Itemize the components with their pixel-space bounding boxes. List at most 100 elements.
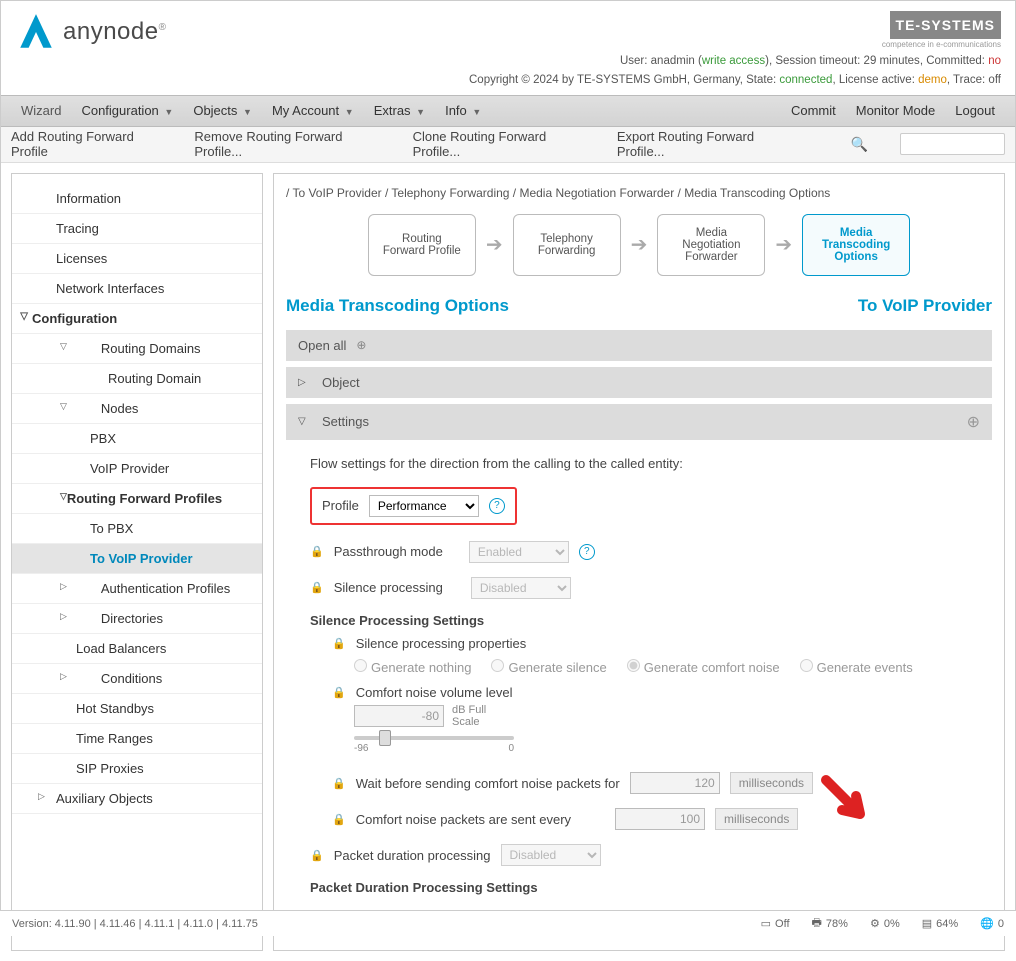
- wait-before-sending-input: [630, 772, 720, 794]
- profile-select[interactable]: Performance: [369, 495, 479, 517]
- sidebar-item-auxiliary-objects[interactable]: ▷Auxiliary Objects: [12, 784, 262, 814]
- sidebar-item-information[interactable]: Information: [12, 184, 262, 214]
- radio-generate-silence: Generate silence: [491, 659, 606, 675]
- passthrough-label: Passthrough mode: [334, 544, 443, 559]
- lock-icon: 🔒: [310, 581, 324, 594]
- profile-highlight: Profile Performance ?: [310, 487, 517, 525]
- settings-panel-header[interactable]: ▽ Settings ⊕: [286, 404, 992, 440]
- flow-navigation: Routing Forward Profile ➔ Telephony Forw…: [286, 214, 992, 276]
- flow-box-telephony-forwarding[interactable]: Telephony Forwarding: [513, 214, 621, 276]
- menu-commit[interactable]: Commit: [781, 96, 846, 125]
- sidebar-nav: Information Tracing Licenses Network Int…: [11, 173, 263, 951]
- sidebar-item-nodes[interactable]: ▽ Nodes: [12, 394, 262, 424]
- sidebar-item-configuration[interactable]: ▽Configuration: [12, 304, 262, 334]
- anynode-logo-icon: [15, 11, 57, 53]
- status-cpu: ⚙0%: [870, 917, 900, 930]
- sidebar-item-load-balancers[interactable]: Load Balancers: [12, 634, 262, 664]
- slider-max-label: 0: [508, 743, 514, 754]
- status-memory: ▤64%: [922, 917, 958, 930]
- sidebar-item-authentication-profiles[interactable]: ▷ Authentication Profiles: [12, 574, 262, 604]
- flow-box-media-transcoding-options[interactable]: Media Transcoding Options: [802, 214, 910, 276]
- menu-configuration[interactable]: Configuration ▼: [71, 96, 183, 125]
- lock-icon: 🔒: [310, 849, 324, 862]
- help-icon[interactable]: ?: [579, 544, 595, 560]
- volume-unit-label: dB Full Scale: [452, 704, 502, 728]
- status-print: 🖶78%: [812, 914, 848, 933]
- caret-down-icon: ▼: [164, 107, 173, 117]
- packet-duration-label: Packet duration processing: [334, 848, 491, 863]
- sidebar-item-routing-domain[interactable]: Routing Domain: [12, 364, 262, 394]
- open-all-bar[interactable]: Open all ⊕: [286, 330, 992, 361]
- menu-info[interactable]: Info ▼: [435, 96, 491, 125]
- sidebar-item-to-voip-provider[interactable]: To VoIP Provider: [12, 544, 262, 574]
- main-menubar: Wizard Configuration ▼ Objects ▼ My Acco…: [1, 95, 1015, 127]
- chevron-right-icon: ▷: [60, 671, 67, 682]
- caret-down-icon: ▼: [345, 107, 354, 117]
- export-profile-button[interactable]: Export Routing Forward Profile...: [617, 129, 799, 159]
- sidebar-item-hot-standbys[interactable]: Hot Standbys: [12, 694, 262, 724]
- sidebar-item-conditions[interactable]: ▷ Conditions: [12, 664, 262, 694]
- sidebar-item-sip-proxies[interactable]: SIP Proxies: [12, 754, 262, 784]
- status-last: 🌐0: [980, 917, 1004, 930]
- chip-icon: ▤: [922, 917, 932, 930]
- lock-icon: 🔒: [310, 545, 324, 558]
- plus-circle-icon[interactable]: ⊕: [967, 412, 980, 432]
- sidebar-item-pbx[interactable]: PBX: [12, 424, 262, 454]
- object-panel-header[interactable]: ▷ Object: [286, 367, 992, 398]
- status-footer: Version: 4.11.90 | 4.11.46 | 4.11.1 | 4.…: [0, 910, 1016, 936]
- chevron-right-icon: ▷: [60, 611, 67, 622]
- slider-min-label: -96: [354, 743, 368, 754]
- te-systems-tagline: competence in e-communications: [469, 39, 1001, 52]
- sidebar-item-routing-forward-profiles[interactable]: ▽ Routing Forward Profiles: [12, 484, 262, 514]
- radio-generate-comfort-noise: Generate comfort noise: [627, 659, 780, 675]
- chevron-down-icon: ▽: [298, 416, 312, 427]
- comfort-noise-volume-label: Comfort noise volume level: [356, 685, 513, 700]
- add-profile-button[interactable]: Add Routing Forward Profile: [11, 129, 168, 159]
- help-icon[interactable]: ?: [489, 498, 505, 514]
- battery-icon: ▭: [761, 917, 771, 930]
- plus-circle-icon: ⊕: [356, 338, 366, 352]
- flow-box-routing-forward-profile[interactable]: Routing Forward Profile: [368, 214, 476, 276]
- wait-before-sending-label: Wait before sending comfort noise packet…: [356, 776, 620, 791]
- sidebar-item-routing-domains[interactable]: ▽ Routing Domains: [12, 334, 262, 364]
- profile-name-title: To VoIP Provider: [858, 296, 992, 316]
- sidebar-item-licenses[interactable]: Licenses: [12, 244, 262, 274]
- clone-profile-button[interactable]: Clone Routing Forward Profile...: [413, 129, 591, 159]
- sidebar-item-network-interfaces[interactable]: Network Interfaces: [12, 274, 262, 304]
- arrow-right-icon: ➔: [631, 232, 648, 257]
- menu-logout[interactable]: Logout: [945, 96, 1005, 125]
- comfort-noise-volume-input: [354, 705, 444, 727]
- silence-settings-heading: Silence Processing Settings: [310, 613, 978, 628]
- main-content: / To VoIP Provider / Telephony Forwardin…: [273, 173, 1005, 951]
- menu-monitor-mode[interactable]: Monitor Mode: [846, 96, 945, 125]
- caret-down-icon: ▼: [472, 107, 481, 117]
- sidebar-item-to-pbx[interactable]: To PBX: [12, 514, 262, 544]
- chevron-down-icon: ▽: [11, 311, 28, 322]
- chevron-right-icon: ▷: [60, 581, 67, 592]
- search-input[interactable]: [900, 133, 1005, 155]
- arrow-right-icon: ➔: [775, 232, 792, 257]
- silence-properties-label: Silence processing properties: [356, 636, 527, 651]
- sidebar-item-tracing[interactable]: Tracing: [12, 214, 262, 244]
- remove-profile-button[interactable]: Remove Routing Forward Profile...: [194, 129, 386, 159]
- caret-down-icon: ▼: [243, 107, 252, 117]
- sidebar-item-voip-provider[interactable]: VoIP Provider: [12, 454, 262, 484]
- menu-objects[interactable]: Objects ▼: [183, 96, 262, 125]
- packet-duration-heading: Packet Duration Processing Settings: [310, 880, 978, 895]
- flow-box-media-negotiation-forwarder[interactable]: Media Negotiation Forwarder: [657, 214, 765, 276]
- lock-icon: 🔒: [332, 637, 346, 650]
- lock-icon: 🔒: [332, 777, 346, 790]
- sidebar-item-time-ranges[interactable]: Time Ranges: [12, 724, 262, 754]
- sidebar-item-directories[interactable]: ▷ Directories: [12, 604, 262, 634]
- menu-extras[interactable]: Extras ▼: [364, 96, 435, 125]
- menu-my-account[interactable]: My Account ▼: [262, 96, 364, 125]
- lock-icon: 🔒: [332, 686, 346, 699]
- logo-area: anynode®: [15, 11, 166, 53]
- gear-icon: ⚙: [870, 917, 880, 930]
- menu-wizard[interactable]: Wizard: [11, 96, 71, 125]
- lock-icon: 🔒: [332, 813, 346, 826]
- chevron-down-icon: ▽: [60, 401, 67, 412]
- chevron-down-icon: ▽: [60, 341, 67, 352]
- te-systems-logo: TE-SYSTEMS: [890, 11, 1001, 39]
- chevron-right-icon: ▷: [298, 377, 312, 388]
